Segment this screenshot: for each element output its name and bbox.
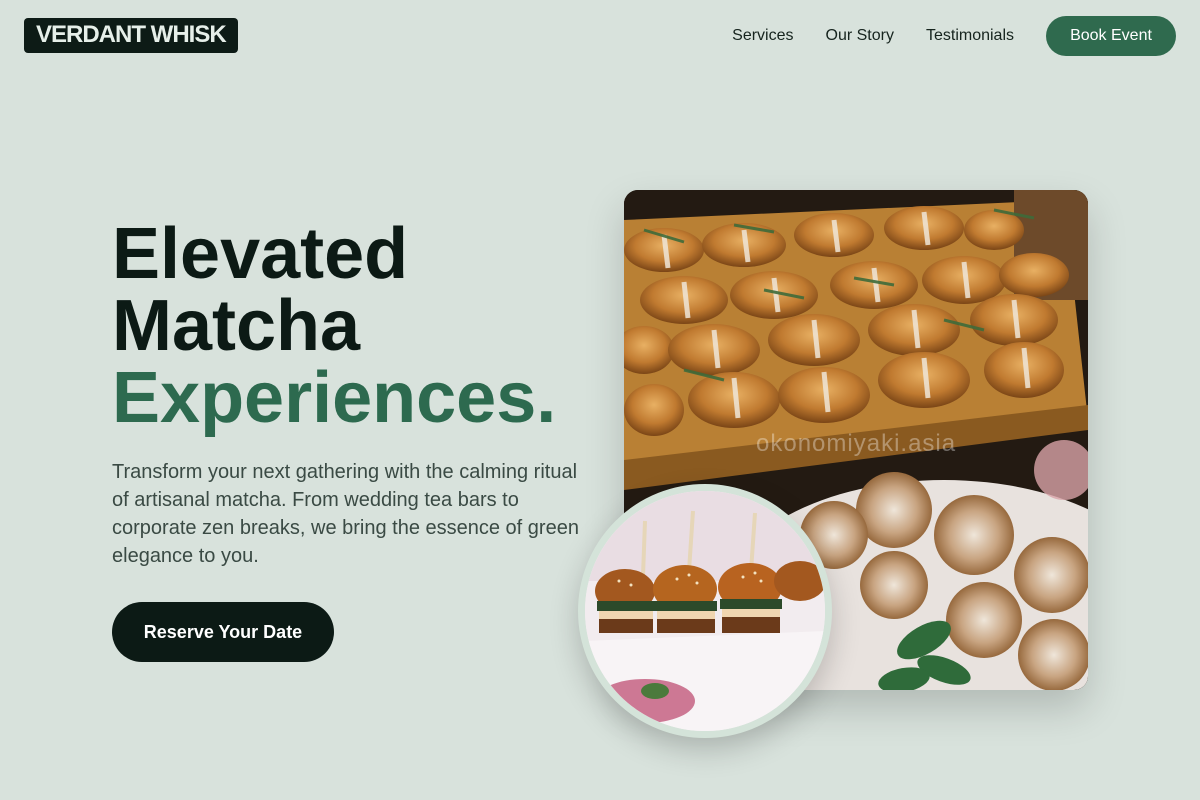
nav-link-our-story[interactable]: Our Story — [826, 27, 894, 45]
hero-headline: Elevated Matcha Experiences. — [112, 218, 556, 434]
hero-description: Transform your next gathering with the c… — [112, 461, 579, 567]
headline-accent: Experiences. — [112, 358, 557, 438]
top-nav: Services Our Story Testimonials Book Eve… — [732, 16, 1176, 56]
book-event-button[interactable]: Book Event — [1046, 16, 1176, 56]
headline-line-2: Matcha — [112, 286, 361, 366]
headline-line-1: Elevated — [112, 214, 409, 294]
slider-burgers-photo — [578, 484, 832, 738]
brand-logo[interactable]: VERDANT WHISK — [24, 18, 238, 53]
reserve-date-button[interactable]: Reserve Your Date — [112, 602, 334, 662]
photo-watermark: okonomiyaki.asia — [756, 430, 957, 457]
nav-link-services[interactable]: Services — [732, 27, 793, 45]
slider-burgers-illustration — [585, 491, 825, 731]
nav-link-testimonials[interactable]: Testimonials — [926, 27, 1014, 45]
